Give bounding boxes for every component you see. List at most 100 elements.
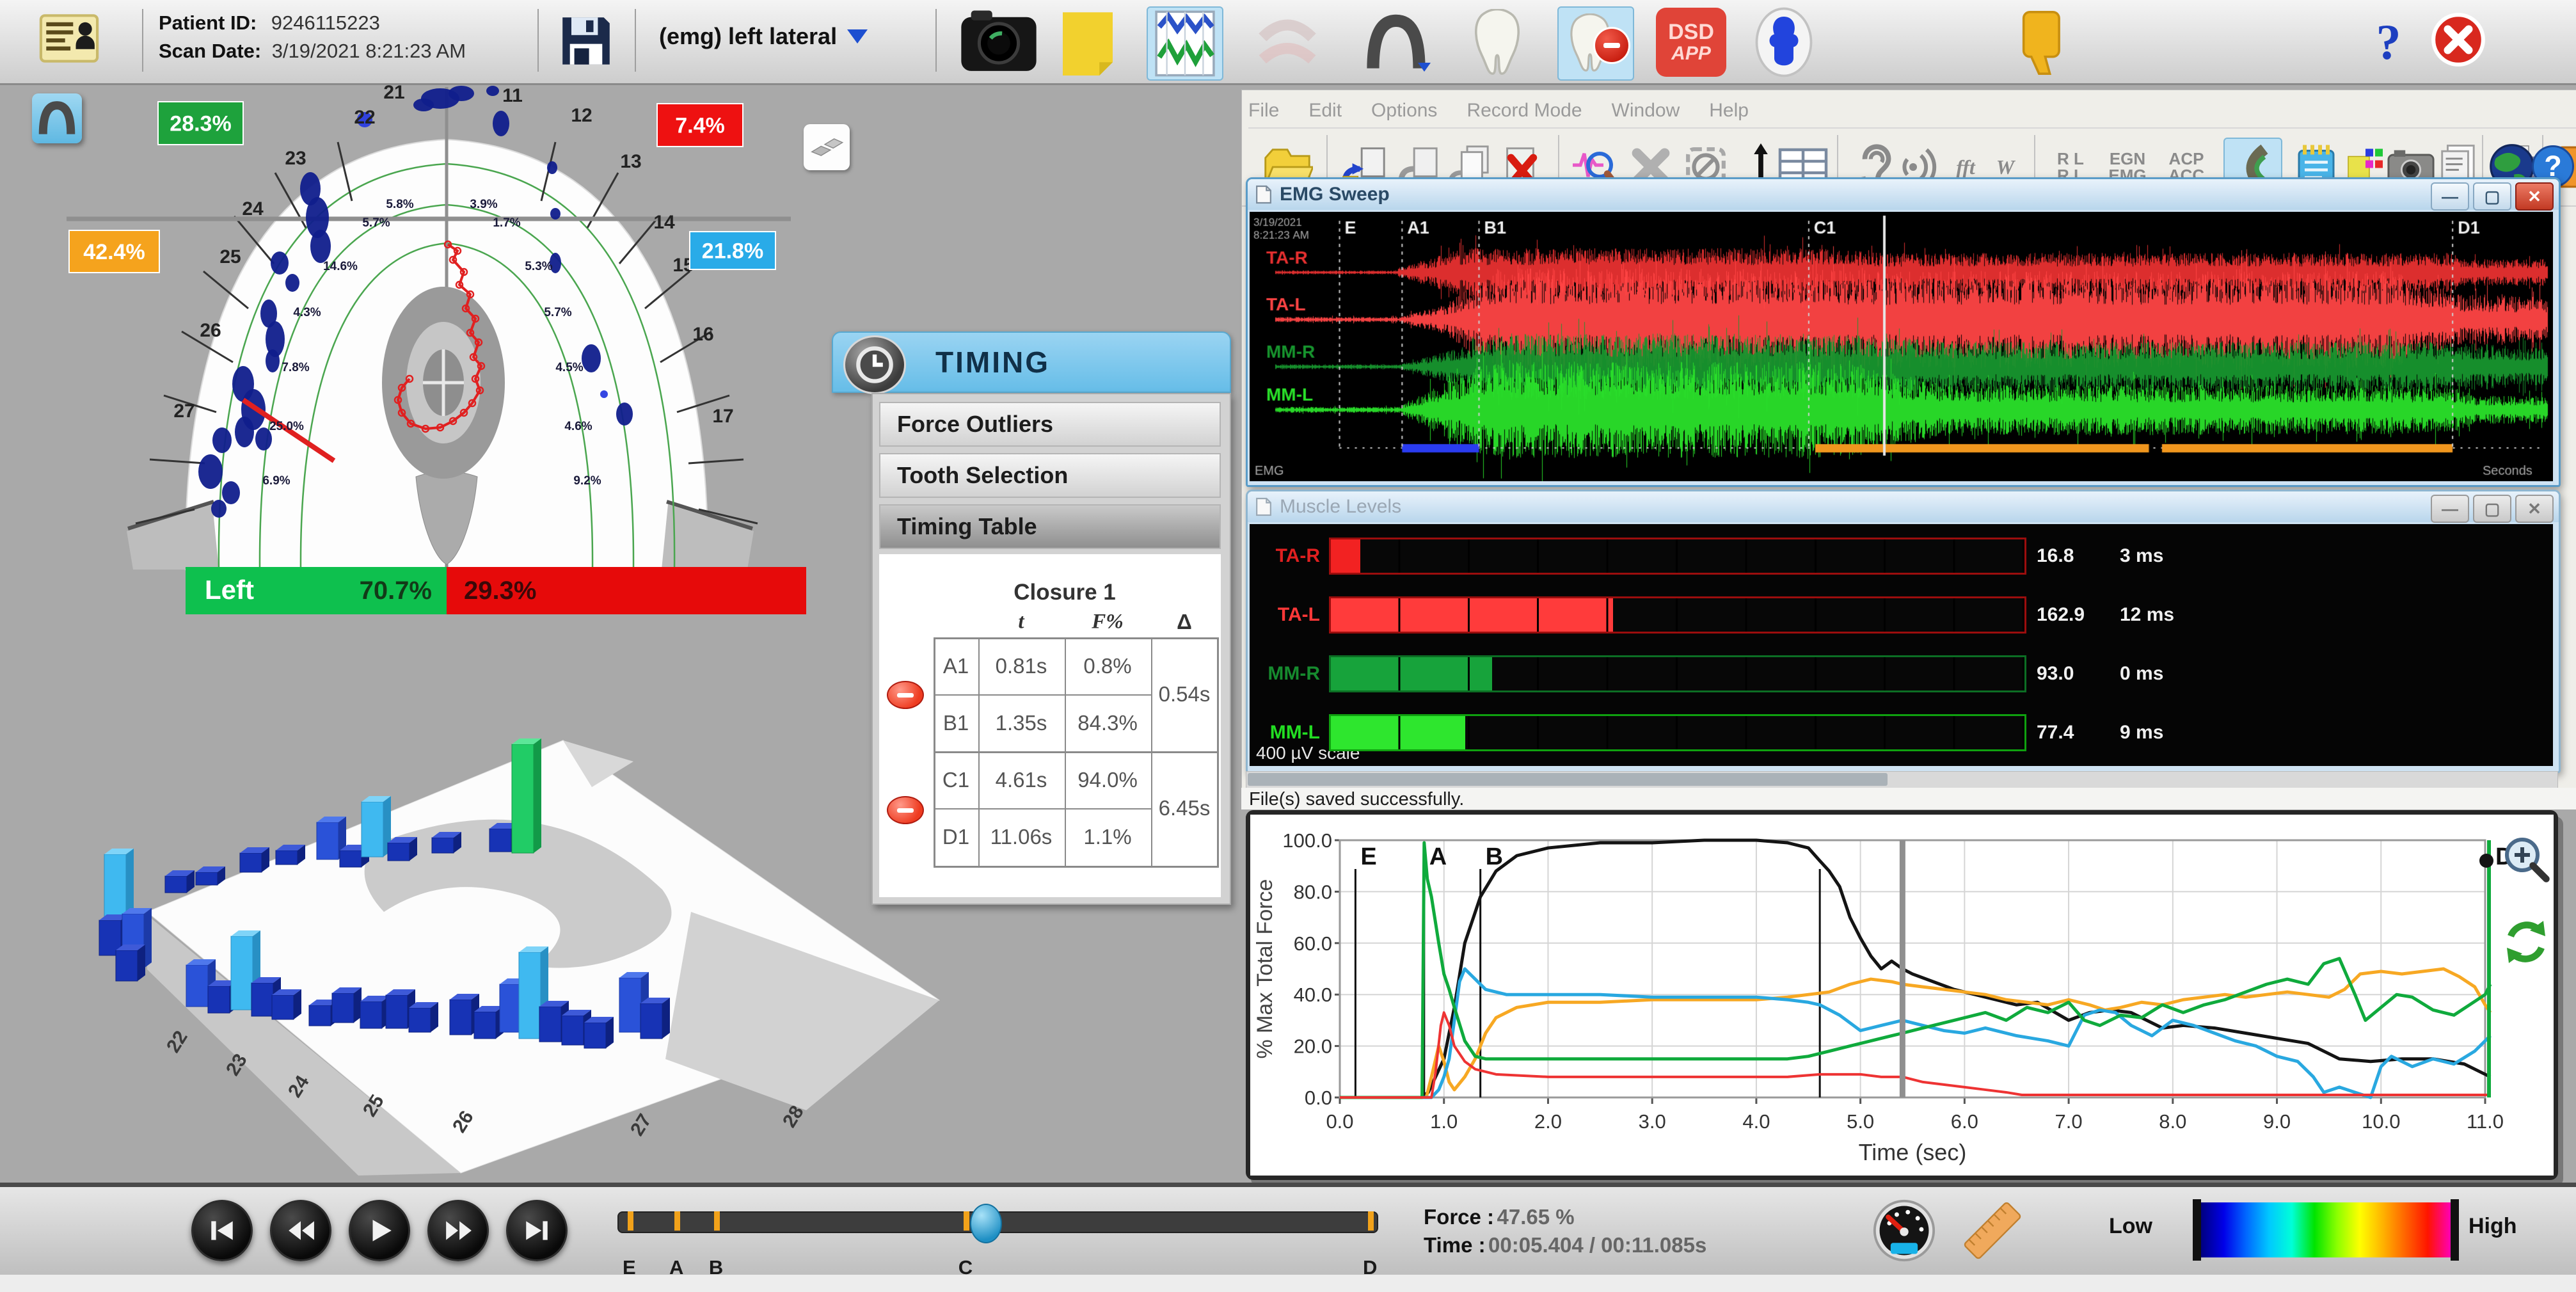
svg-text:9.0: 9.0 [2263,1110,2291,1133]
svg-text:4.0: 4.0 [1742,1110,1770,1133]
svg-text:70.7%: 70.7% [360,577,432,605]
patient-id-label: Patient ID: [159,12,257,34]
support-phone-icon[interactable] [2013,8,2074,78]
view-selector-dropdown[interactable]: (emg) left lateral [659,23,868,50]
col-t: t [1018,610,1024,634]
dsd-app-icon[interactable]: DSD APP [1656,8,1726,77]
muscle-row-mm-l: MM-L77.49 ms [1250,714,2163,752]
svg-text:6.0: 6.0 [1951,1110,1978,1133]
emg-sweep-plot [1250,212,2553,481]
sensor-button[interactable] [804,124,850,170]
dual-arch-icon[interactable] [1249,14,1326,72]
force-value: 47.65 % [1497,1205,1574,1229]
tooth-exclude-icon[interactable] [1557,6,1634,81]
svg-text:17: 17 [712,406,733,427]
toolbar-separator [537,9,539,72]
section-force-outliers[interactable]: Force Outliers [879,402,1221,447]
top-toolbar: Patient ID: 9246115223 Scan Date: 3/19/2… [0,0,2576,85]
svg-text:27: 27 [173,401,195,422]
camera-icon[interactable] [958,8,1039,76]
patient-card-icon[interactable] [36,12,102,65]
force-label: Force : [1424,1205,1494,1229]
svg-text:26: 26 [200,320,221,341]
refresh-icon[interactable] [2501,917,2551,970]
restore-button[interactable]: ▢ [2473,495,2511,523]
row-b1-f: 84.3% [1077,711,1138,735]
force-time-chart-panel: 0.020.040.060.080.0100.00.01.02.03.04.05… [1246,810,2558,1180]
svg-text:9.2%: 9.2% [573,474,601,488]
fast-forward-button[interactable] [427,1200,489,1261]
svg-text:0.0: 0.0 [1326,1110,1353,1133]
skip-end-button[interactable] [506,1200,568,1261]
muscle-levels-titlebar[interactable]: Muscle Levels — ▢ ✕ [1248,491,2559,522]
timeline-thumb[interactable] [970,1204,1002,1243]
svg-text:4.3%: 4.3% [293,306,321,319]
note-icon[interactable] [1057,8,1118,77]
svg-text:60.0: 60.0 [1294,932,1332,955]
section-timing-table[interactable]: Timing Table [879,504,1221,549]
remove-ab-button[interactable] [887,681,924,709]
menu-edit[interactable]: Edit [1308,100,1342,122]
muscle-ms: 3 ms [2120,545,2163,567]
svg-text:11.0: 11.0 [2467,1110,2504,1133]
horizontal-scrollbar[interactable] [1246,771,2558,789]
zoom-in-icon[interactable] [2501,834,2551,887]
close-icon[interactable] [2429,10,2488,69]
patient-3d-icon[interactable] [1751,6,1817,78]
muscle-label: TA-R [1250,545,1320,567]
time-value: 00:05.404 / 00:11.085s [1488,1233,1706,1257]
svg-text:21: 21 [383,83,404,103]
svg-text:4.6%: 4.6% [564,420,592,433]
muscle-value: 162.9 [2037,604,2120,626]
rewind-button[interactable] [270,1200,331,1261]
menu-help[interactable]: Help [1709,100,1749,122]
row-b1-id: B1 [943,711,969,735]
timing-table: Closure 1 t F% Δ A1 0.81s 0.8% B1 [879,554,1221,897]
muscle-ms: 12 ms [2120,604,2174,626]
row-a1-id: A1 [943,654,969,678]
gauge-icon[interactable] [1872,1199,1936,1266]
toolbar-separator [142,9,143,72]
minimize-button[interactable]: — [2431,495,2469,523]
force-time-chart: 0.020.040.060.080.0100.00.01.02.03.04.05… [1250,815,2554,1176]
graph-view-icon[interactable] [1147,6,1223,81]
svg-text:22: 22 [354,107,375,128]
remove-cd-button[interactable] [887,796,924,824]
scrollbar-thumb[interactable] [1248,773,1888,786]
svg-text:80.0: 80.0 [1294,881,1332,903]
emg-sweep-titlebar[interactable]: EMG Sweep — ▢ ✕ [1248,179,2559,210]
row-a1-t: 0.81s [996,654,1047,678]
section-tooth-selection[interactable]: Tooth Selection [879,453,1221,498]
sensor-icon [808,133,845,161]
dsd-line1: DSD [1668,20,1714,44]
svg-text:Time (sec): Time (sec) [1859,1139,1967,1165]
svg-text:40.0: 40.0 [1294,984,1332,1006]
tooth-icon[interactable] [1467,8,1528,78]
ruler-icon[interactable] [1959,1197,2026,1267]
menu-window[interactable]: Window [1612,100,1680,122]
menu-options[interactable]: Options [1371,100,1437,122]
minimize-button[interactable]: — [2431,182,2469,211]
menu-file[interactable]: File [1248,100,1279,122]
close-button[interactable]: ✕ [2515,182,2554,211]
close-button[interactable]: ✕ [2515,495,2554,523]
muscle-row-ta-l: TA-L162.912 ms [1250,596,2174,634]
help-icon[interactable]: ? [2366,9,2411,76]
save-icon[interactable] [555,10,617,72]
svg-text:42.4%: 42.4% [83,240,145,264]
svg-text:8.0: 8.0 [2159,1110,2186,1133]
timeline-track[interactable] [617,1211,1378,1233]
menu-record-mode[interactable]: Record Mode [1467,100,1582,122]
skip-start-button[interactable] [191,1200,253,1261]
maximize-button[interactable]: ▢ [2473,182,2511,211]
svg-text:10.0: 10.0 [2362,1110,2400,1133]
arch-view-icon[interactable] [1360,9,1432,76]
svg-text:4.5%: 4.5% [555,361,583,374]
force-time-readout: Force : 47.65 % Time : 00:05.404 / 00:11… [1424,1205,1706,1257]
timeline-tick-B [714,1211,720,1231]
play-button[interactable] [349,1200,410,1261]
timing-header[interactable]: TIMING [832,331,1231,393]
svg-text:24: 24 [242,198,264,219]
legend-high-label: High [2469,1214,2517,1239]
svg-text:7.0: 7.0 [2055,1110,2083,1133]
